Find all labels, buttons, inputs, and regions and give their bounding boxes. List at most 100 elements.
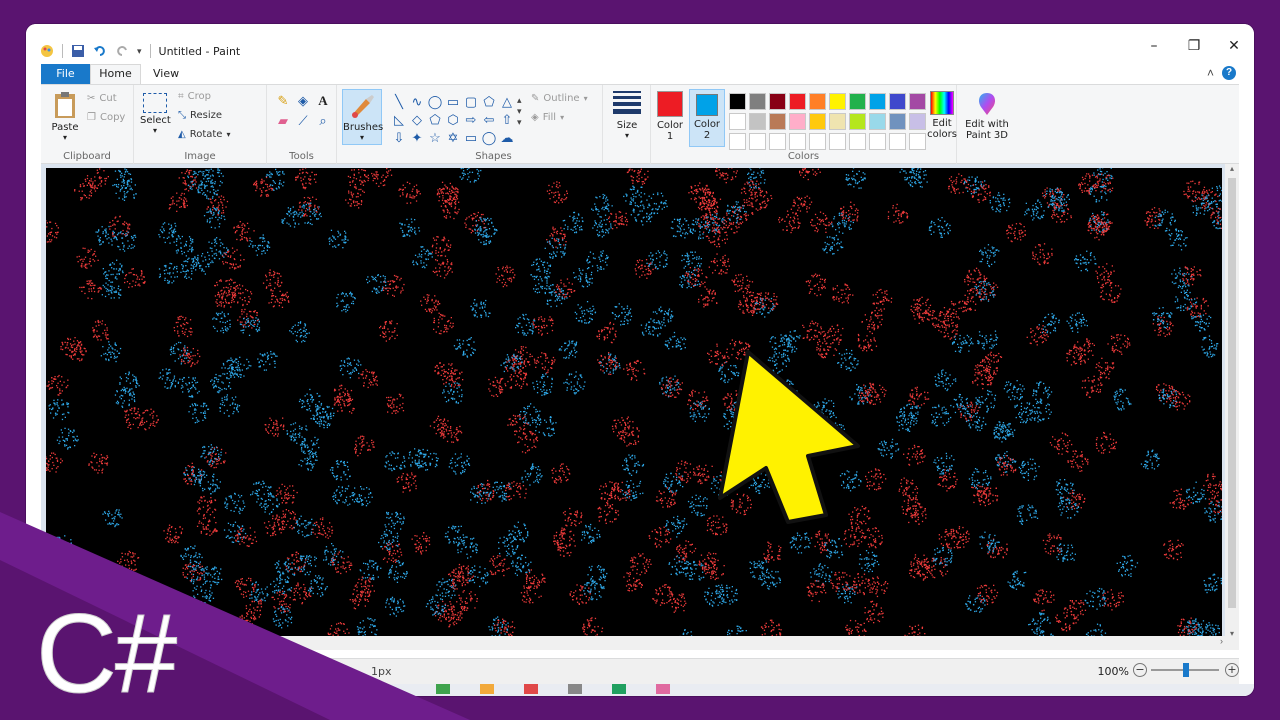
drawing-canvas[interactable] [46, 168, 1222, 643]
edit-with-paint3d-button[interactable]: Edit with Paint 3D [961, 91, 1013, 141]
customize-qat-icon[interactable]: ▾ [137, 46, 142, 57]
fill-dropdown-icon[interactable]: ▾ [560, 113, 564, 122]
palette-color-swatch[interactable] [789, 93, 806, 110]
help-icon[interactable]: ? [1222, 66, 1236, 80]
color2-button[interactable]: Color 2 [689, 89, 725, 147]
palette-color-swatch[interactable] [829, 133, 846, 150]
right-arrow-shape-icon[interactable]: ⇨ [462, 111, 480, 129]
rounded-callout-shape-icon[interactable]: ▭ [462, 129, 480, 147]
up-arrow-shape-icon[interactable]: ⇧ [498, 111, 516, 129]
zoom-slider-thumb[interactable] [1183, 663, 1189, 677]
fill-bucket-icon[interactable]: ◈ [293, 93, 313, 113]
palette-color-swatch[interactable] [729, 113, 746, 130]
line-shape-icon[interactable]: ╲ [390, 93, 408, 111]
curve-shape-icon[interactable]: ∿ [408, 93, 426, 111]
palette-color-swatch[interactable] [909, 113, 926, 130]
magnifier-icon[interactable]: ⌕ [313, 113, 333, 133]
palette-color-swatch[interactable] [849, 93, 866, 110]
edit-colors-button[interactable]: Edit colors [927, 91, 957, 140]
oval-shape-icon[interactable]: ◯ [426, 93, 444, 111]
palette-color-swatch[interactable] [869, 113, 886, 130]
collapse-ribbon-icon[interactable]: ˄ [1207, 66, 1214, 80]
palette-color-swatch[interactable] [749, 113, 766, 130]
rectangle-shape-icon[interactable]: ▭ [444, 93, 462, 111]
oval-callout-shape-icon[interactable]: ◯ [480, 129, 498, 147]
crop-button[interactable]: ⌗ Crop [178, 91, 211, 102]
taskbar-app-icon[interactable] [612, 684, 626, 694]
eraser-icon[interactable]: ▰ [273, 113, 293, 133]
taskbar-app-icon[interactable] [436, 684, 450, 694]
palette-color-swatch[interactable] [889, 113, 906, 130]
horizontal-scrollbar[interactable]: › [41, 636, 1239, 650]
palette-color-swatch[interactable] [889, 133, 906, 150]
pencil-icon[interactable]: ✎ [273, 93, 293, 113]
size-dropdown-icon[interactable]: ▾ [609, 131, 645, 140]
close-button[interactable]: ✕ [1214, 38, 1254, 54]
palette-color-swatch[interactable] [749, 133, 766, 150]
palette-color-swatch[interactable] [809, 93, 826, 110]
size-button[interactable]: Size ▾ [609, 91, 645, 140]
tab-view[interactable]: View [141, 64, 191, 84]
taskbar-app-icon[interactable] [656, 684, 670, 694]
palette-color-swatch[interactable] [849, 133, 866, 150]
palette-color-swatch[interactable] [889, 93, 906, 110]
undo-icon[interactable] [93, 44, 107, 58]
palette-color-swatch[interactable] [789, 133, 806, 150]
brushes-button[interactable]: Brushes ▾ [342, 89, 383, 145]
five-point-star-shape-icon[interactable]: ☆ [426, 129, 444, 147]
palette-color-swatch[interactable] [769, 113, 786, 130]
palette-color-swatch[interactable] [849, 113, 866, 130]
palette-color-swatch[interactable] [869, 93, 886, 110]
zoom-in-button[interactable]: + [1225, 663, 1239, 677]
down-arrow-shape-icon[interactable]: ⇩ [390, 129, 408, 147]
restore-button[interactable]: ❐ [1174, 38, 1214, 54]
select-button[interactable]: Select ▾ [140, 93, 171, 135]
palette-color-swatch[interactable] [869, 133, 886, 150]
zoom-out-button[interactable]: − [1133, 663, 1147, 677]
taskbar-app-icon[interactable] [480, 684, 494, 694]
resize-button[interactable]: ⤡ Resize [178, 110, 222, 121]
tab-home[interactable]: Home [90, 64, 141, 84]
palette-color-swatch[interactable] [769, 93, 786, 110]
six-point-star-shape-icon[interactable]: ✡ [444, 129, 462, 147]
palette-color-swatch[interactable] [729, 93, 746, 110]
palette-color-swatch[interactable] [789, 113, 806, 130]
vertical-scrollbar[interactable]: ▴ ▾ [1225, 164, 1239, 650]
minimize-button[interactable]: – [1134, 38, 1174, 54]
cloud-callout-shape-icon[interactable]: ☁ [498, 129, 516, 147]
copy-button[interactable]: ❐ Copy [87, 112, 125, 123]
brushes-dropdown-icon[interactable]: ▾ [343, 133, 381, 142]
hexagon-shape-icon[interactable]: ⬡ [444, 111, 462, 129]
color-picker-icon[interactable]: ⟋ [293, 113, 313, 133]
taskbar-app-icon[interactable] [524, 684, 538, 694]
palette-color-swatch[interactable] [909, 133, 926, 150]
scroll-up-icon[interactable]: ▴ [1225, 164, 1239, 173]
palette-color-swatch[interactable] [829, 93, 846, 110]
redo-icon[interactable] [115, 44, 129, 58]
cut-button[interactable]: ✂ Cut [87, 93, 117, 104]
palette-color-swatch[interactable] [769, 133, 786, 150]
outline-dropdown-icon[interactable]: ▾ [584, 94, 588, 103]
paste-dropdown-icon[interactable]: ▾ [47, 133, 83, 142]
palette-color-swatch[interactable] [829, 113, 846, 130]
color1-button[interactable]: Color 1 [654, 91, 686, 142]
shapes-scroll[interactable]: ▴ ▾ ▾ [517, 95, 522, 128]
rotate-button[interactable]: ◭ Rotate ▾ [178, 129, 230, 140]
palette-color-swatch[interactable] [809, 113, 826, 130]
rotate-dropdown-icon[interactable]: ▾ [226, 130, 230, 139]
select-dropdown-icon[interactable]: ▾ [140, 126, 170, 135]
taskbar-app-icon[interactable] [568, 684, 582, 694]
outline-button[interactable]: ✎ Outline ▾ [531, 93, 588, 104]
text-icon[interactable]: A [313, 93, 333, 113]
save-icon[interactable] [71, 44, 85, 58]
tab-file[interactable]: File [41, 64, 90, 84]
pentagon-shape-icon[interactable]: ⬠ [426, 111, 444, 129]
triangle-shape-icon[interactable]: △ [498, 93, 516, 111]
palette-color-swatch[interactable] [729, 133, 746, 150]
palette-color-swatch[interactable] [909, 93, 926, 110]
vertical-scroll-thumb[interactable] [1228, 178, 1236, 608]
scroll-right-icon[interactable]: › [1220, 636, 1223, 646]
rounded-rectangle-shape-icon[interactable]: ▢ [462, 93, 480, 111]
fill-button[interactable]: ◈ Fill ▾ [531, 112, 564, 123]
four-point-star-shape-icon[interactable]: ✦ [408, 129, 426, 147]
